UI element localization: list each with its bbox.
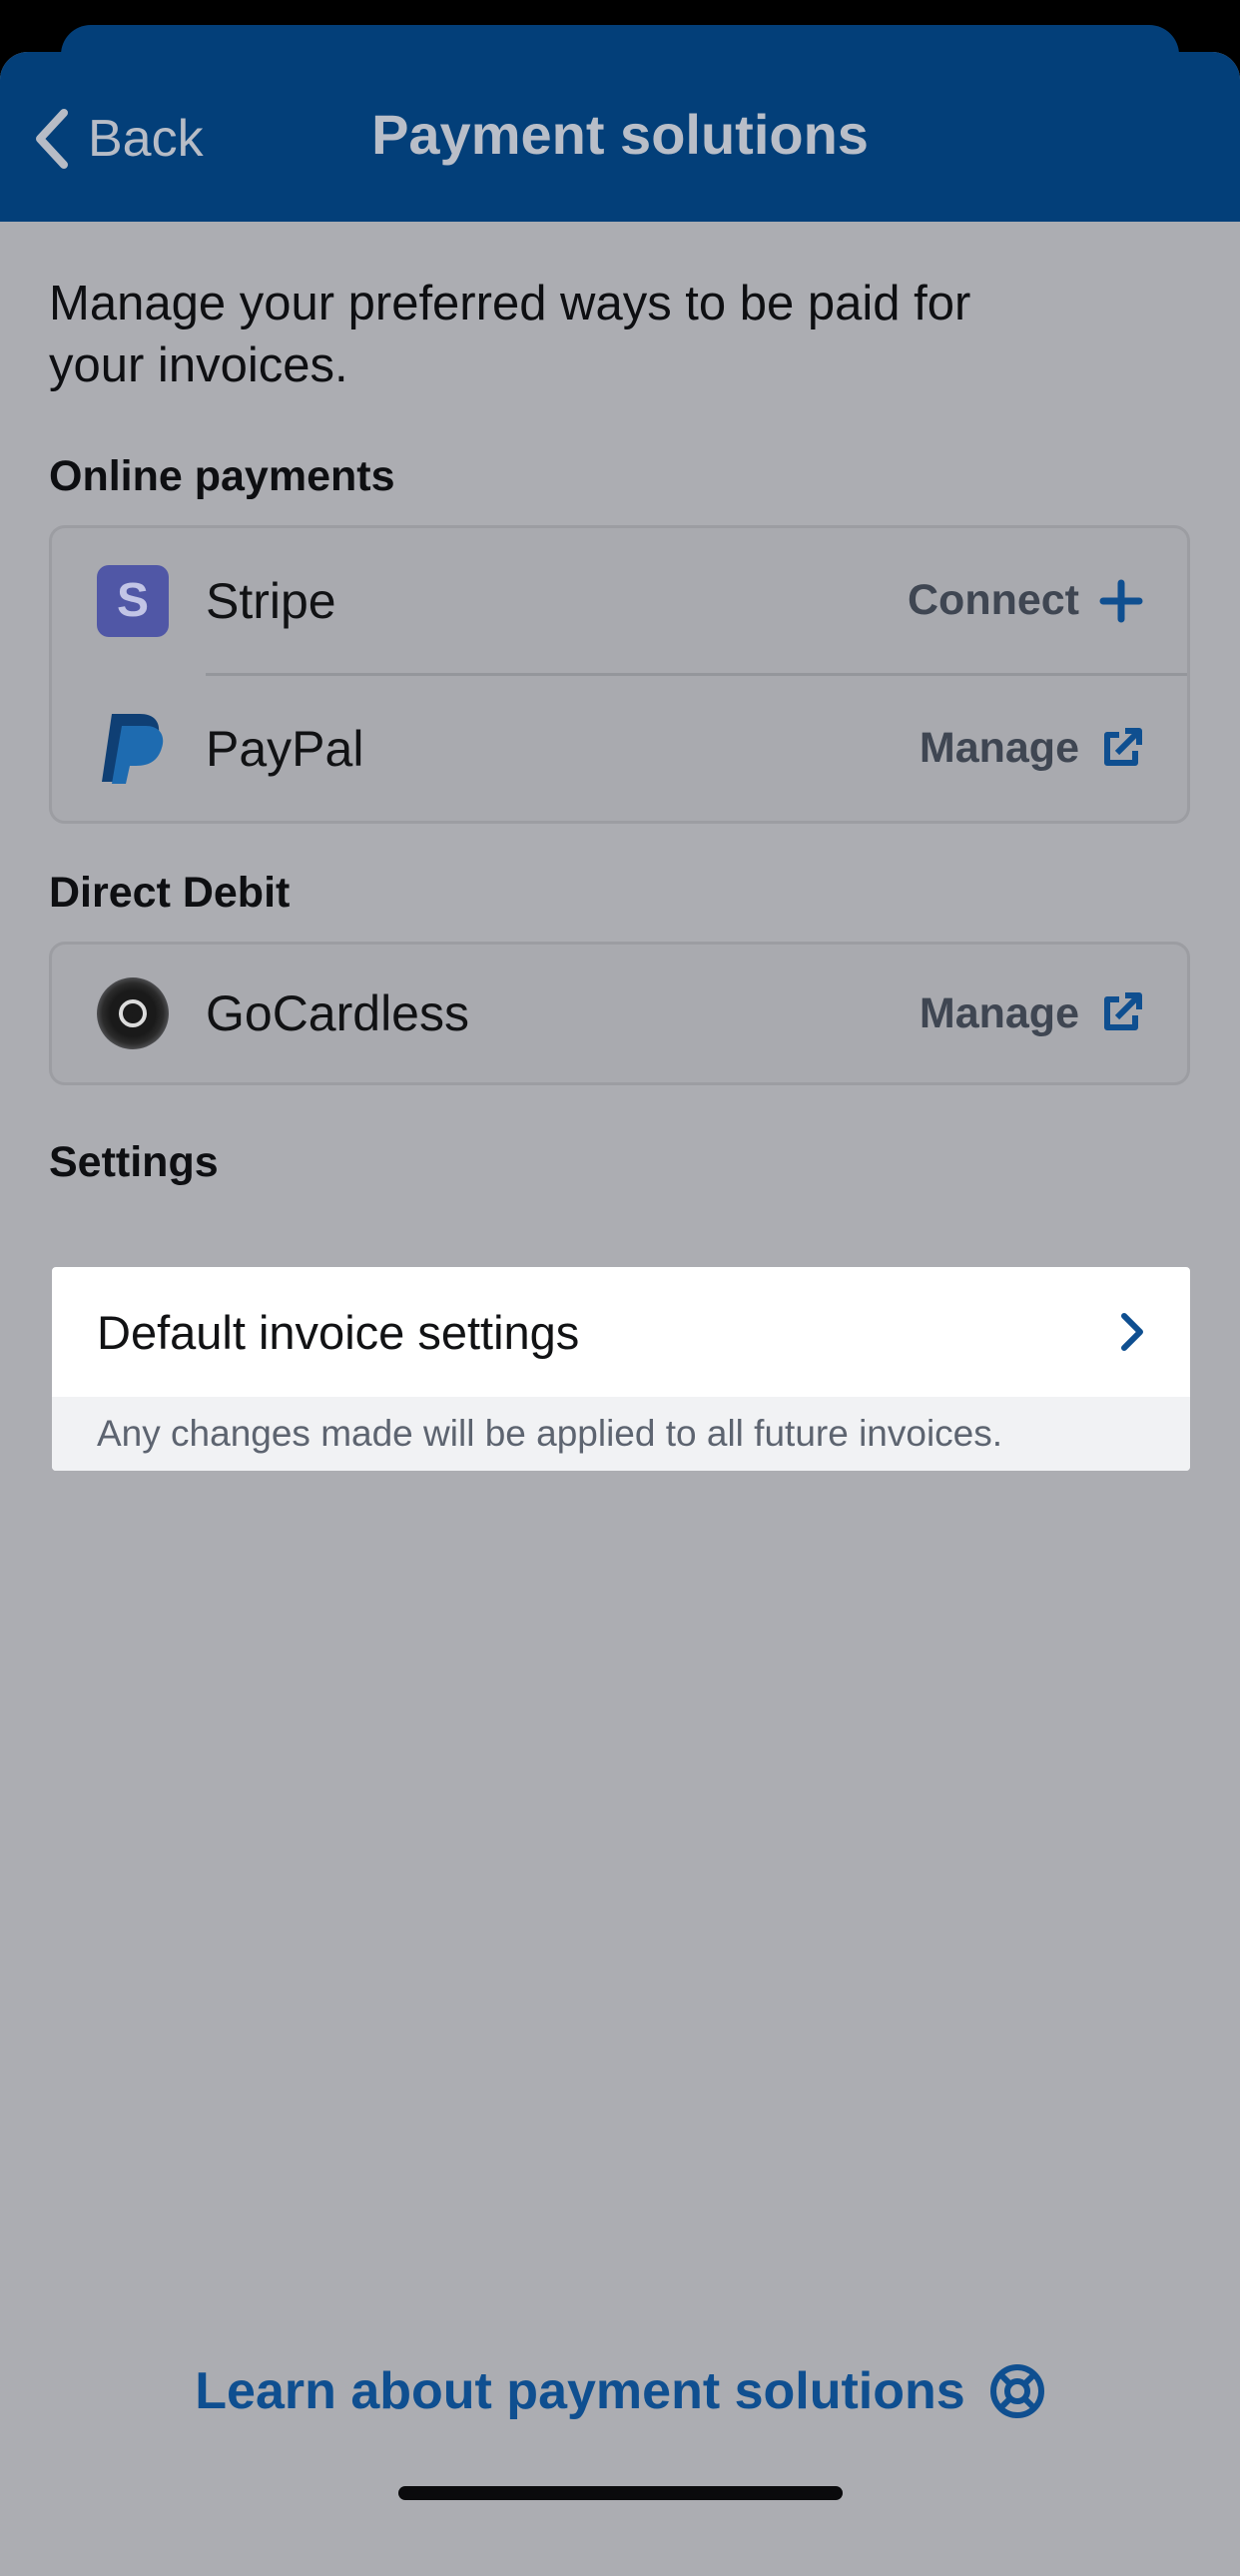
paypal-manage-button[interactable]: Manage [920,724,1143,773]
external-link-icon [1104,992,1142,1030]
gocardless-action-label: Manage [919,988,1079,1037]
stripe-row[interactable]: S Stripe Connect [52,528,1187,673]
gocardless-name: GoCardless [206,985,469,1041]
stripe-action-label: Connect [908,576,1079,624]
lifebuoy-icon [989,2364,1044,2418]
gocardless-manage-button[interactable]: Manage [920,989,1143,1038]
stripe-connect-button[interactable]: Connect [908,576,1143,625]
payment-solutions-sheet: Back Payment solutions Manage your prefe… [0,52,1240,2576]
settings-note: Any changes made will be applied to all … [52,1397,1190,1471]
online-payments-heading: Online payments [49,452,395,500]
stripe-logo-icon: S [97,564,169,637]
page-title: Payment solutions [371,103,869,166]
paypal-logo-icon [97,713,169,785]
default-invoice-settings-row[interactable]: Default invoice settings [52,1267,1190,1397]
stripe-name: Stripe [206,572,336,629]
default-invoice-settings-label: Default invoice settings [97,1305,580,1359]
gocardless-logo-icon [97,977,169,1049]
direct-debit-card: GoCardless Manage [49,942,1190,1085]
plus-icon [1099,579,1143,622]
stripe-logo-letter: S [116,574,149,627]
gocardless-row[interactable]: GoCardless Manage [52,945,1187,1082]
home-indicator[interactable] [398,2486,843,2500]
external-link-icon [1104,727,1142,766]
paypal-row[interactable]: PayPal Manage [52,676,1187,821]
direct-debit-heading: Direct Debit [49,869,291,917]
online-payments-card: S Stripe Connect PayPal Manage [49,525,1190,824]
settings-heading: Settings [49,1138,219,1186]
paypal-name: PayPal [206,720,364,777]
chevron-right-icon [1121,1313,1143,1351]
default-invoice-settings-card: Default invoice settings Any changes mad… [52,1267,1190,1471]
navigation-header: Back Payment solutions [0,52,1240,222]
learn-link-label: Learn about payment solutions [195,2362,965,2420]
learn-about-payment-solutions-link[interactable]: Learn about payment solutions [0,2361,1240,2421]
paypal-action-label: Manage [919,724,1079,772]
intro-text: Manage your preferred ways to be paid fo… [49,277,971,392]
